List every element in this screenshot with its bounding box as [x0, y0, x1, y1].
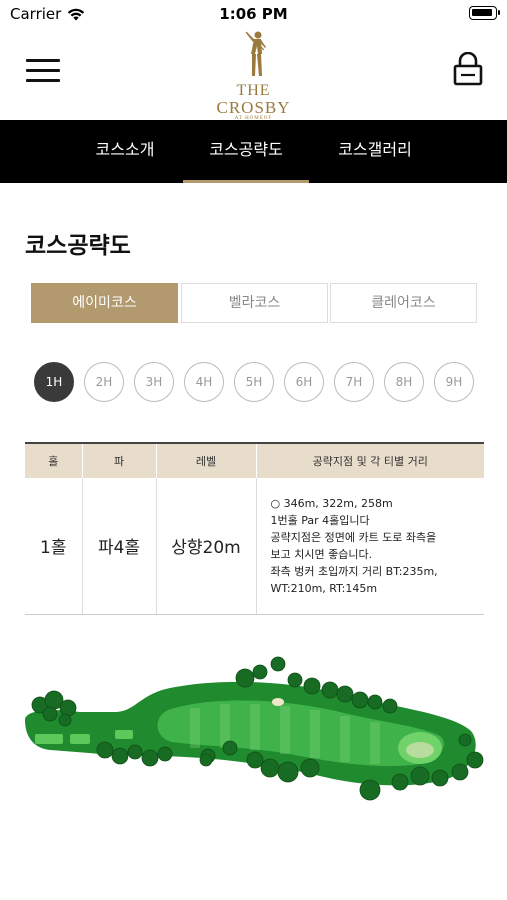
hole-button-9[interactable]: 9H — [434, 362, 474, 402]
description-line: WT:210m, RT:145m — [270, 581, 378, 595]
hole-button-2[interactable]: 2H — [84, 362, 124, 402]
hole-button-6[interactable]: 6H — [284, 362, 324, 402]
cell-level: 상향20m — [155, 478, 256, 615]
tee-box — [115, 730, 133, 739]
bunker — [272, 698, 284, 706]
course-nav-tabs: 코스소개 코스공략도 코스갤러리 — [0, 120, 507, 183]
lock-icon[interactable] — [453, 52, 483, 86]
tab-course-guide[interactable]: 코스공략도 — [183, 120, 309, 183]
course-button-amy[interactable]: 에이미코스 — [31, 283, 178, 323]
tee-box — [35, 734, 63, 744]
hole-button-3[interactable]: 3H — [134, 362, 174, 402]
hamburger-menu-icon[interactable] — [26, 59, 60, 83]
status-time: 1:06 PM — [219, 5, 288, 23]
cell-description: ○ 346m, 322m, 258m 1번홀 Par 4홀입니다 공략지점은 정… — [255, 478, 484, 615]
crosby-logo[interactable]: THE CROSBY AT HOMEOF — [200, 30, 307, 121]
column-header-description: 공략지점 및 각 티별 거리 — [255, 442, 484, 478]
logo-line-crosby: CROSBY — [216, 98, 291, 117]
battery-icon — [469, 6, 500, 20]
tee-box — [70, 734, 90, 744]
cell-par: 파4홀 — [81, 478, 156, 615]
status-bar: Carrier 1:06 PM — [0, 0, 507, 28]
description-line: 1번홀 Par 4홀입니다 — [270, 513, 370, 527]
hole-button-7[interactable]: 7H — [334, 362, 374, 402]
column-header-par: 파 — [81, 442, 156, 478]
page-title: 코스공략도 — [25, 233, 131, 259]
golfer-logo-icon — [245, 31, 266, 76]
hole-info-table: 홀 파 레벨 공략지점 및 각 티별 거리 1홀 파4홀 상향20m ○ 346… — [25, 442, 484, 615]
description-line: 공략지점은 정면에 카트 도로 좌측을 — [270, 530, 437, 544]
table-header-row: 홀 파 레벨 공략지점 및 각 티별 거리 — [25, 442, 484, 478]
description-line: 좌측 벙커 초입까지 거리 BT:235m, — [270, 564, 438, 578]
column-header-level: 레벨 — [155, 442, 256, 478]
description-line: 보고 치시면 좋습니다. — [270, 547, 373, 561]
hole-course-map — [25, 656, 484, 801]
hole-button-1[interactable]: 1H — [34, 362, 74, 402]
cell-hole: 1홀 — [25, 478, 82, 615]
bunker — [406, 742, 434, 758]
tab-course-intro[interactable]: 코스소개 — [80, 120, 170, 183]
hole-button-5[interactable]: 5H — [234, 362, 274, 402]
tab-course-gallery[interactable]: 코스갤러리 — [325, 120, 425, 183]
course-button-claire[interactable]: 클레어코스 — [330, 283, 477, 323]
app-header: THE CROSBY AT HOMEOF — [0, 28, 507, 121]
table-row: 1홀 파4홀 상향20m ○ 346m, 322m, 258m 1번홀 Par … — [25, 478, 484, 615]
column-header-hole: 홀 — [25, 442, 82, 478]
description-line: ○ 346m, 322m, 258m — [270, 496, 393, 510]
hole-button-8[interactable]: 8H — [384, 362, 424, 402]
course-button-bella[interactable]: 벨라코스 — [181, 283, 328, 323]
logo-line-the: THE — [236, 82, 271, 99]
hole-button-4[interactable]: 4H — [184, 362, 224, 402]
